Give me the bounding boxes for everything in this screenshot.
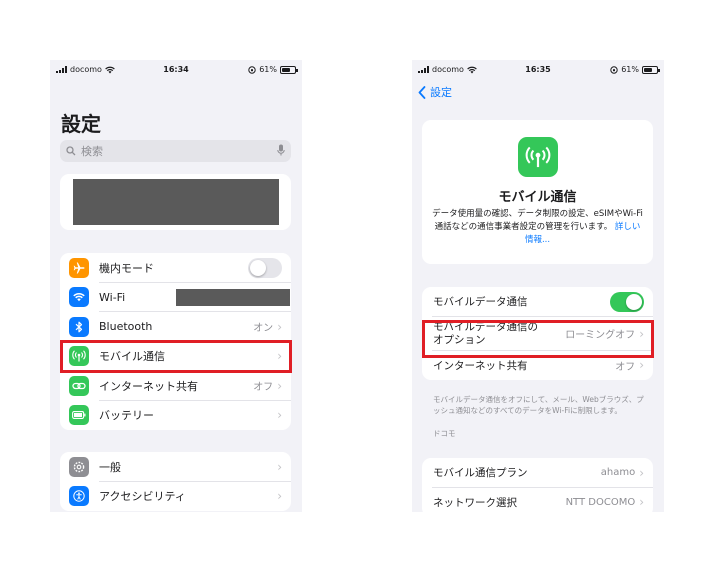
battery-percent: 61% [621, 65, 639, 74]
carrier-group: モバイル通信プラン ahamo › ネットワーク選択 NTT DOCOMO › [422, 458, 653, 512]
mobile-data-footnote: モバイルデータ通信をオフにして、メール、Webブラウズ、プッシュ通知などのすべて… [433, 395, 644, 415]
search-icon [66, 146, 76, 156]
chevron-right-icon: › [277, 319, 282, 334]
row-label: 機内モード [99, 261, 154, 275]
orientation-lock-icon [248, 65, 256, 74]
antenna-icon [518, 137, 558, 177]
status-bar: docomo 16:34 61% [50, 60, 302, 78]
search-placeholder: 検索 [81, 145, 103, 158]
redacted-account-info [72, 179, 279, 225]
row-network-selection[interactable]: ネットワーク選択 NTT DOCOMO › [422, 488, 653, 513]
battery-status-icon [642, 65, 660, 74]
chevron-right-icon: › [277, 459, 282, 474]
highlight-box [60, 340, 292, 373]
airplane-icon [69, 257, 89, 278]
chevron-right-icon: › [639, 465, 644, 480]
orientation-lock-icon [610, 65, 618, 74]
description-text: データ使用量の確認、データ制限の設定、eSIMやWi-Fi通話などの通信事業者設… [432, 209, 643, 232]
row-label: インターネット共有 [433, 359, 528, 372]
hotspot-icon [69, 375, 89, 396]
general-group: 一般 › アクセシビリティ › [60, 452, 291, 511]
row-battery[interactable]: バッテリー › [60, 401, 291, 431]
accessibility-icon [69, 486, 89, 507]
apple-id-card[interactable] [60, 174, 291, 230]
row-value: NTT DOCOMO [565, 496, 636, 508]
row-airplane-mode[interactable]: 機内モード [60, 253, 291, 283]
back-button[interactable]: 設定 [418, 84, 452, 100]
microphone-icon[interactable] [277, 144, 285, 157]
row-value: オフ [253, 382, 274, 394]
row-label: バッテリー [99, 409, 154, 423]
row-wifi[interactable]: Wi-Fi [60, 283, 291, 313]
back-label: 設定 [430, 86, 452, 99]
bluetooth-icon [69, 316, 89, 337]
mobile-data-screen: docomo 16:35 61% 設定 モバイル通信 データ使用量の確認、データ… [412, 60, 664, 512]
settings-screen: docomo 16:34 61% 設定 検索 機内モード Wi-Fi Bluet… [50, 60, 302, 512]
info-card: モバイル通信 データ使用量の確認、データ制限の設定、eSIMやWi-Fi通話など… [422, 120, 653, 264]
wifi-icon [69, 287, 89, 308]
row-label: インターネット共有 [99, 379, 198, 393]
redacted-wifi-network [176, 288, 290, 306]
row-label: モバイルデータ通信 [433, 296, 528, 309]
row-value: オン [253, 323, 274, 335]
chevron-right-icon: › [277, 408, 282, 423]
row-label: アクセシビリティ [99, 490, 186, 504]
mobile-data-toggle[interactable] [610, 291, 644, 312]
row-general[interactable]: 一般 › [60, 452, 291, 482]
chevron-right-icon: › [277, 489, 282, 504]
chevron-left-icon [418, 85, 426, 99]
airplane-mode-toggle[interactable] [248, 257, 282, 278]
chevron-right-icon: › [639, 495, 644, 510]
row-value: オフ [615, 361, 636, 373]
row-mobile-data-toggle[interactable]: モバイルデータ通信 [422, 287, 653, 317]
row-label: Bluetooth [99, 320, 153, 334]
row-value: ahamo [600, 467, 636, 479]
search-field[interactable]: 検索 [60, 140, 291, 162]
row-label: モバイル通信プラン [433, 467, 528, 480]
status-bar: docomo 16:35 61% [412, 60, 664, 78]
row-label: ネットワーク選択 [433, 496, 517, 509]
info-title: モバイル通信 [498, 190, 577, 205]
gear-icon [69, 456, 89, 477]
page-title: 設定 [61, 112, 101, 136]
chevron-right-icon: › [639, 358, 644, 373]
row-cellular-plan[interactable]: モバイル通信プラン ahamo › [422, 458, 653, 488]
row-accessibility[interactable]: アクセシビリティ › [60, 482, 291, 512]
section-header: ドコモ [433, 429, 456, 438]
row-bluetooth[interactable]: Bluetooth オン › [60, 312, 291, 342]
chevron-right-icon: › [277, 378, 282, 393]
battery-percent: 61% [259, 65, 277, 74]
highlight-box [422, 320, 654, 358]
row-personal-hotspot[interactable]: インターネット共有 オフ › [60, 371, 291, 401]
row-label: 一般 [99, 460, 121, 474]
battery-icon [69, 405, 89, 426]
info-description: データ使用量の確認、データ制限の設定、eSIMやWi-Fi通話などの通信事業者設… [432, 208, 643, 247]
battery-status-icon [280, 65, 298, 74]
